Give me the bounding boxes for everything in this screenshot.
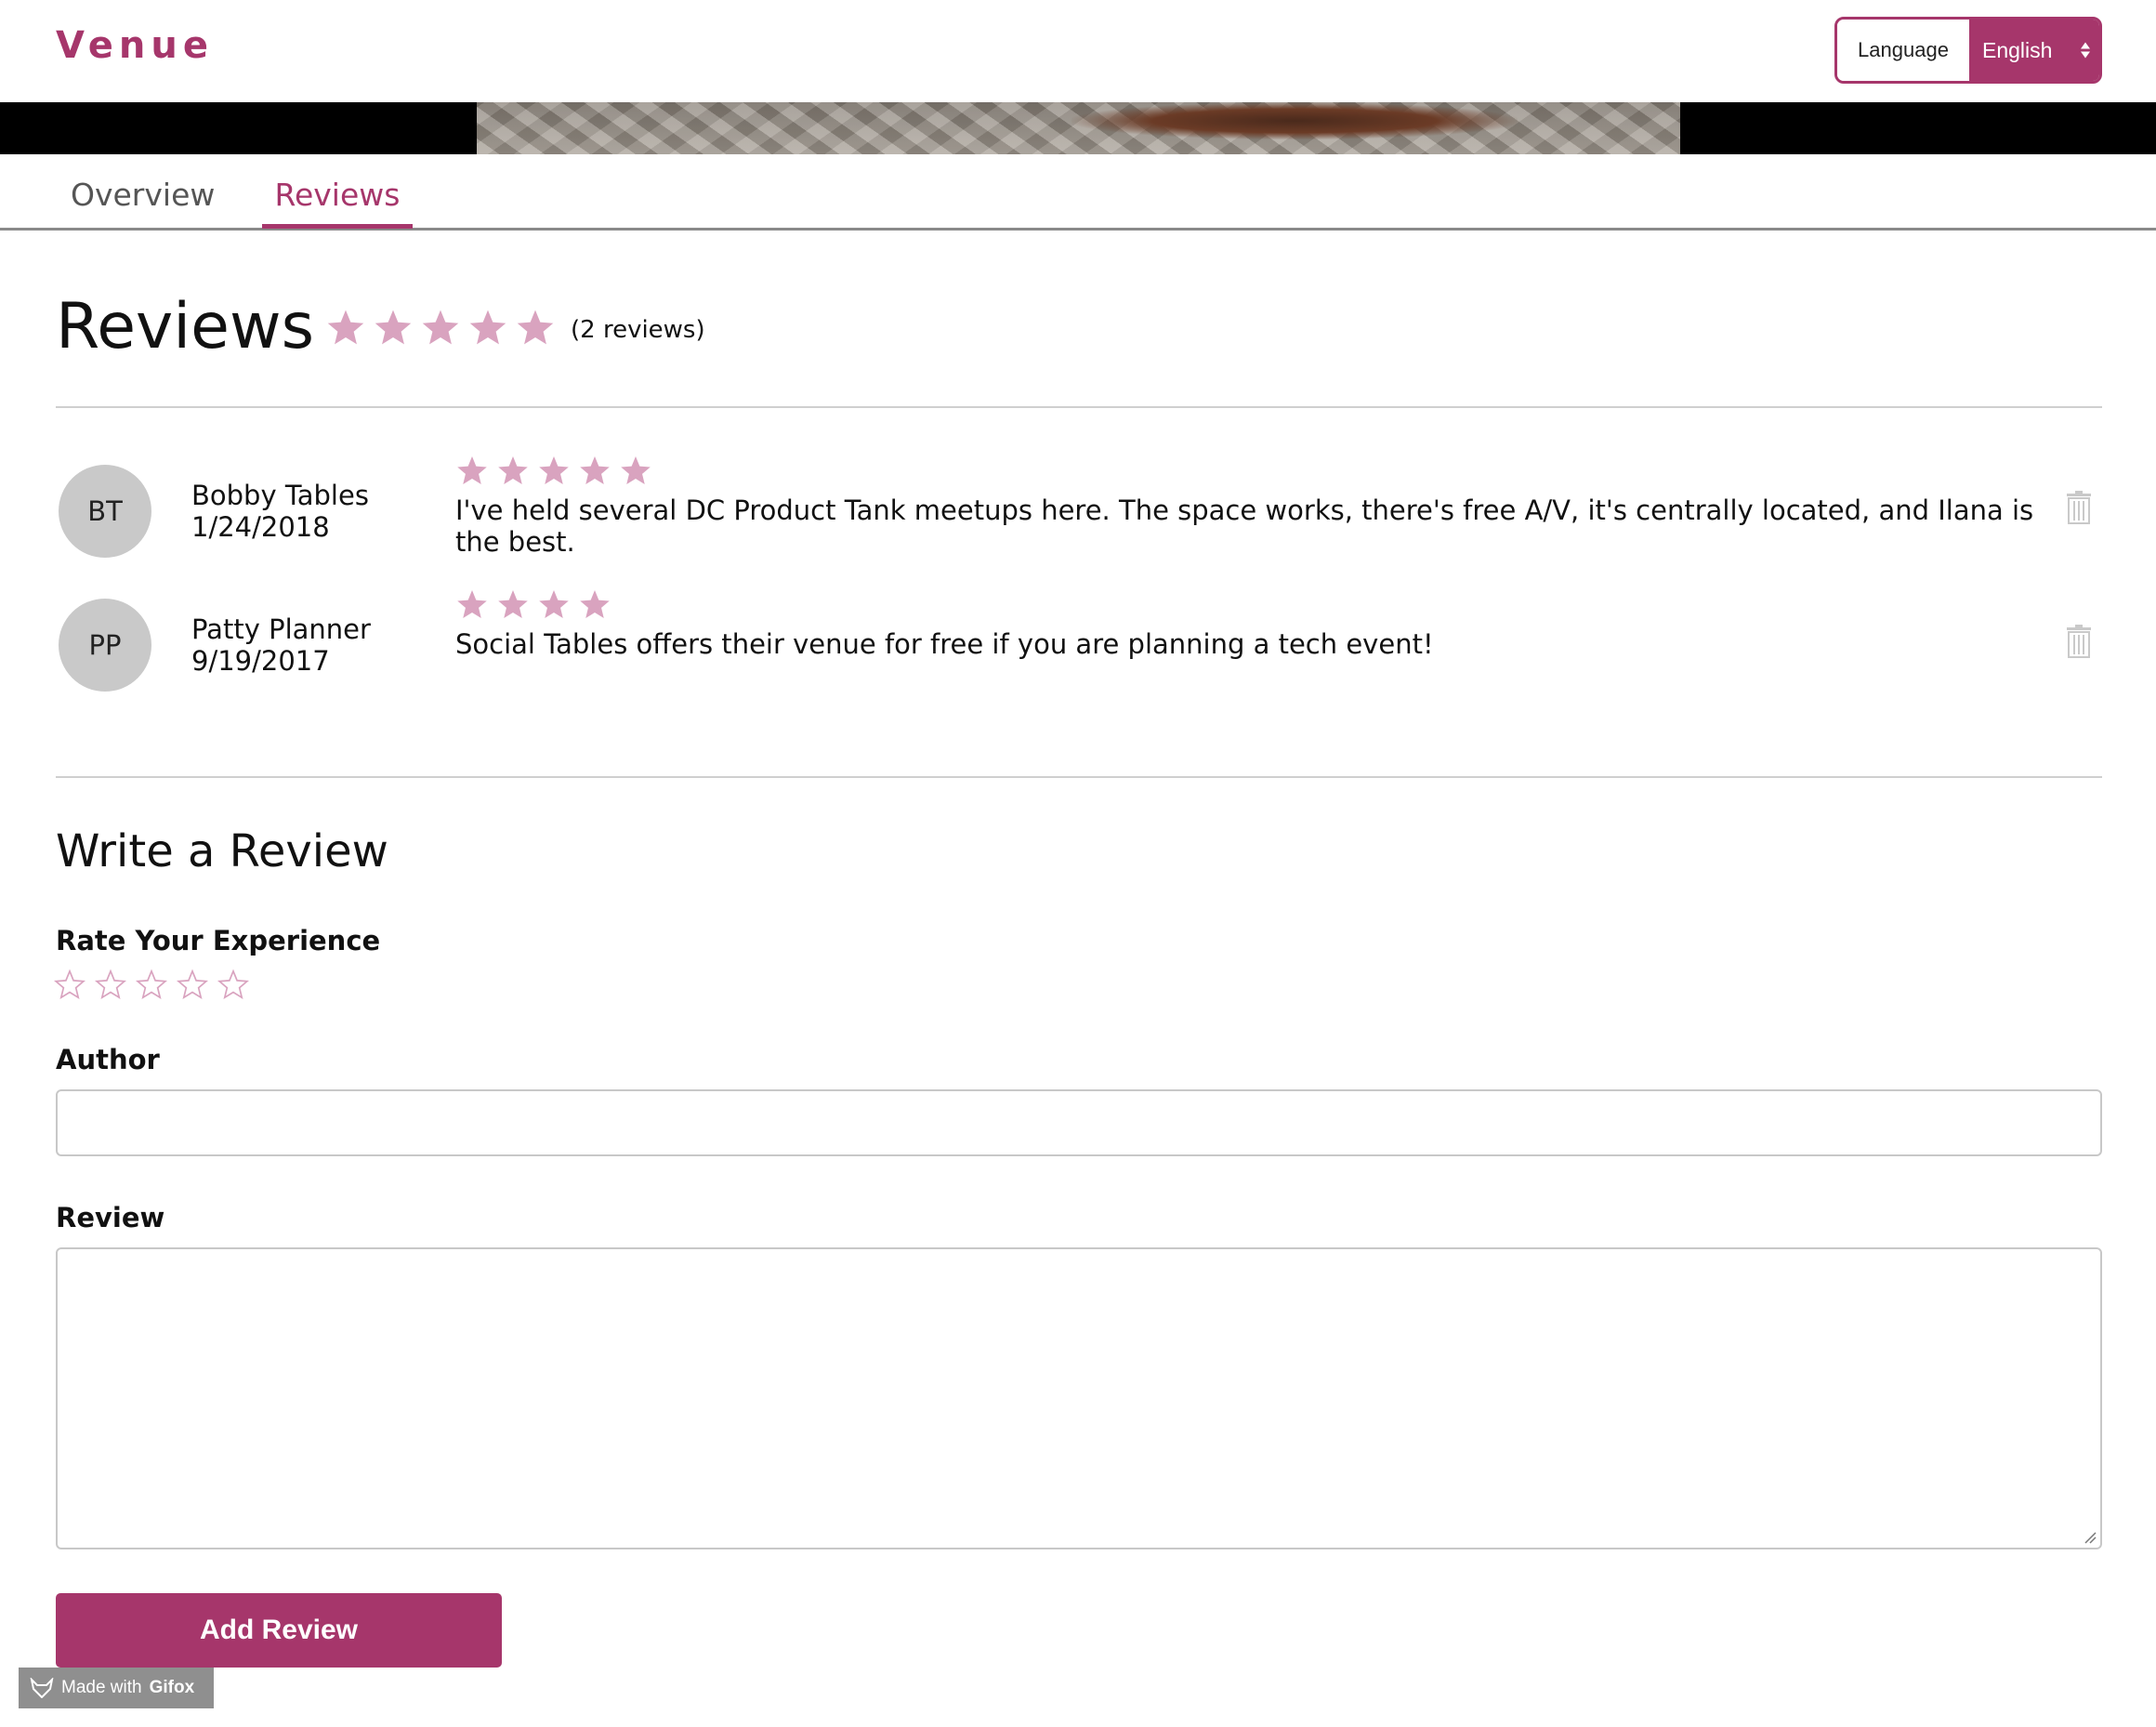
star-outline-icon[interactable] bbox=[177, 969, 208, 1000]
language-selector[interactable]: Language English bbox=[1834, 17, 2102, 84]
review-author: Patty Planner bbox=[191, 613, 371, 645]
star-filled-icon bbox=[580, 590, 610, 618]
star-filled-icon bbox=[517, 310, 554, 345]
tab-reviews[interactable]: Reviews bbox=[262, 177, 413, 229]
language-value: English bbox=[1982, 37, 2053, 62]
review-author: Bobby Tables bbox=[191, 480, 369, 511]
star-filled-icon bbox=[422, 310, 459, 345]
star-outline-icon[interactable] bbox=[95, 969, 126, 1000]
star-filled-icon bbox=[457, 456, 487, 484]
write-review-heading: Write a Review bbox=[56, 825, 388, 877]
watermark-prefix: Made with bbox=[61, 1678, 142, 1697]
rate-label: Rate Your Experience bbox=[56, 925, 381, 956]
divider bbox=[56, 776, 2102, 778]
language-select[interactable]: English bbox=[1969, 20, 2099, 81]
star-filled-icon bbox=[539, 590, 569, 618]
star-filled-icon bbox=[580, 456, 610, 484]
divider bbox=[56, 406, 2102, 408]
review-text: Social Tables offers their venue for fre… bbox=[455, 628, 1434, 660]
avatar: BT bbox=[59, 465, 151, 558]
reviews-heading: Reviews bbox=[56, 290, 315, 363]
hero-banner bbox=[0, 102, 2156, 154]
header: Venue Language English bbox=[0, 0, 2156, 102]
review-item: BT Bobby Tables 1/24/2018 I've held seve… bbox=[56, 456, 2102, 567]
star-outline-icon[interactable] bbox=[136, 969, 167, 1000]
star-filled-icon bbox=[498, 590, 528, 618]
tab-overview[interactable]: Overview bbox=[71, 177, 215, 224]
star-filled-icon bbox=[498, 456, 528, 484]
fox-icon bbox=[30, 1678, 54, 1698]
star-filled-icon bbox=[469, 310, 506, 345]
venue-logo[interactable]: Venue bbox=[56, 24, 214, 67]
review-rating-stars bbox=[455, 587, 611, 621]
watermark-brand: Gifox bbox=[149, 1678, 195, 1697]
star-outline-icon[interactable] bbox=[54, 969, 85, 1000]
star-filled-icon bbox=[327, 310, 364, 345]
select-arrows-icon bbox=[2081, 42, 2090, 59]
review-date: 9/19/2017 bbox=[191, 645, 330, 677]
star-filled-icon bbox=[457, 590, 487, 618]
author-input[interactable] bbox=[56, 1089, 2102, 1156]
review-date: 1/24/2018 bbox=[191, 511, 330, 543]
rating-input[interactable] bbox=[54, 969, 249, 1000]
review-textarea[interactable] bbox=[56, 1247, 2102, 1549]
review-rating-stars bbox=[455, 454, 652, 487]
resize-grip-icon[interactable] bbox=[2084, 1531, 2097, 1544]
star-filled-icon bbox=[621, 456, 651, 484]
author-label: Author bbox=[56, 1044, 160, 1075]
gifox-watermark: Made with Gifox bbox=[19, 1668, 214, 1708]
venue-photo-detail bbox=[1071, 102, 1518, 139]
tab-bar: Overview Reviews bbox=[0, 154, 2156, 231]
review-count: (2 reviews) bbox=[571, 316, 705, 344]
add-review-button[interactable]: Add Review bbox=[56, 1593, 502, 1668]
review-text: I've held several DC Product Tank meetup… bbox=[455, 494, 2034, 558]
trash-icon[interactable] bbox=[2065, 491, 2093, 524]
avatar: PP bbox=[59, 599, 151, 692]
venue-photo bbox=[477, 102, 1680, 154]
review-item: PP Patty Planner 9/19/2017 Social Tables… bbox=[56, 590, 2102, 701]
star-outline-icon[interactable] bbox=[217, 969, 249, 1000]
star-filled-icon bbox=[539, 456, 569, 484]
review-label: Review bbox=[56, 1202, 165, 1233]
trash-icon[interactable] bbox=[2065, 625, 2093, 658]
language-label: Language bbox=[1837, 20, 1969, 81]
star-filled-icon bbox=[375, 310, 412, 345]
average-rating-stars bbox=[325, 307, 556, 348]
